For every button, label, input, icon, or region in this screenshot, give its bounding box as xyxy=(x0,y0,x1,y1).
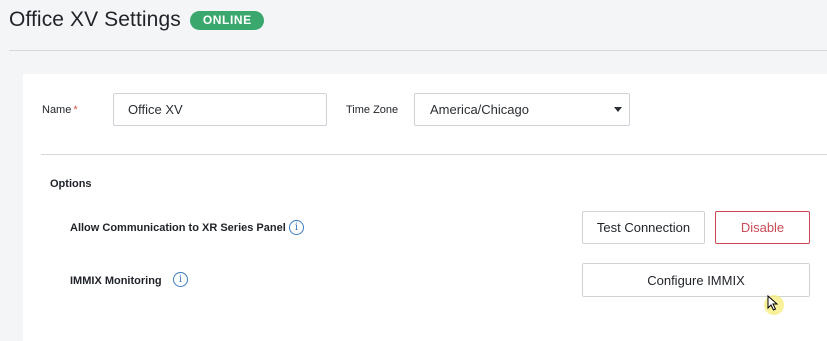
options-section-title: Options xyxy=(50,178,92,190)
timezone-selected-value: America/Chicago xyxy=(430,102,529,117)
name-input[interactable] xyxy=(113,93,327,126)
page-header: Office XV Settings ONLINE xyxy=(9,8,264,32)
settings-card: Name* Time Zone America/Chicago Options … xyxy=(23,74,827,341)
test-connection-button[interactable]: Test Connection xyxy=(582,211,705,244)
section-divider xyxy=(41,154,827,155)
option-label-xr-communication: Allow Communication to XR Series Panel xyxy=(70,222,286,234)
timezone-select[interactable]: America/Chicago xyxy=(414,93,630,126)
required-marker: * xyxy=(73,104,78,116)
option-label-immix-monitoring: IMMIX Monitoring xyxy=(70,275,162,287)
name-label: Name * xyxy=(42,104,78,116)
header-divider xyxy=(9,50,827,51)
page-title: Office XV Settings xyxy=(9,8,181,31)
info-icon[interactable]: i xyxy=(173,272,188,287)
disable-button[interactable]: Disable xyxy=(715,211,810,244)
chevron-down-icon xyxy=(614,107,622,112)
info-icon[interactable]: i xyxy=(289,220,304,235)
timezone-label: Time Zone xyxy=(346,104,399,116)
mouse-pointer-icon xyxy=(767,295,778,311)
configure-immix-button[interactable]: Configure IMMIX xyxy=(582,263,810,297)
status-badge: ONLINE xyxy=(189,10,264,30)
